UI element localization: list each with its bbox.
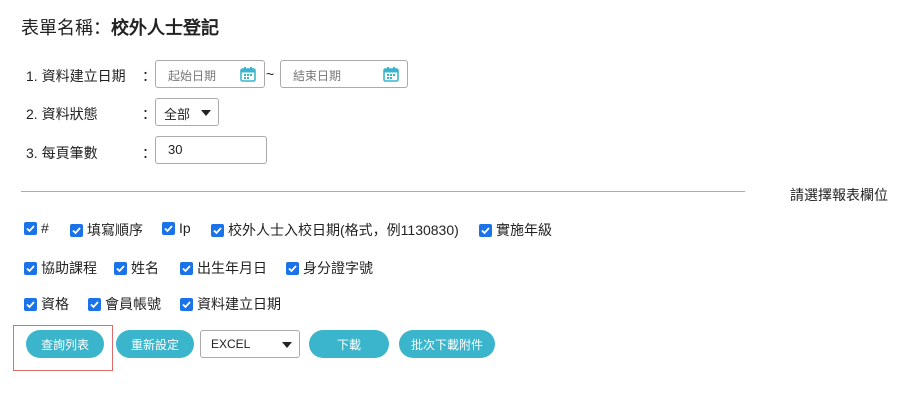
checkbox-label: 實施年級 [496, 222, 552, 238]
query-list-button[interactable]: 查詢列表 [26, 330, 104, 358]
checkbox-label: 協助課程 [41, 260, 97, 276]
format-select[interactable]: EXCEL [200, 330, 300, 358]
calendar-icon[interactable] [383, 66, 399, 82]
checkbox-label: 姓名 [131, 260, 159, 276]
colon: ： [142, 106, 156, 122]
start-date-placeholder: 起始日期 [168, 69, 217, 83]
date-label: 1. 資料建立日期 [26, 68, 126, 84]
status-value: 全部 [164, 107, 191, 122]
format-value: EXCEL [211, 337, 251, 351]
per-page-input[interactable]: 30 [155, 136, 267, 164]
calendar-icon[interactable] [240, 66, 256, 82]
report-fields-label: 請選擇報表欄位 [790, 187, 888, 203]
checkbox-checked-icon[interactable] [88, 297, 101, 311]
per-page-label: 3. 每頁筆數 [26, 145, 98, 161]
checkbox-label: 出生年月日 [197, 260, 267, 276]
checkbox-checked-icon[interactable] [24, 261, 37, 275]
checkbox-label: # [41, 220, 49, 236]
checkbox-checked-icon[interactable] [114, 261, 127, 275]
checkbox-label: 身分證字號 [303, 260, 373, 276]
status-select[interactable]: 全部 [155, 98, 219, 126]
checkbox-checked-icon[interactable] [211, 223, 224, 237]
checkbox-course[interactable]: 協助課程 [24, 258, 97, 278]
page-title: 表單名稱：校外人士登記 [21, 14, 219, 40]
chevron-down-icon [201, 110, 211, 116]
checkbox-member-account[interactable]: 會員帳號 [88, 294, 161, 314]
divider [21, 191, 745, 192]
checkbox-entry-date[interactable]: 校外人士入校日期(格式，例1130830) [211, 220, 459, 240]
checkbox-label: 校外人士入校日期(格式，例1130830) [228, 222, 459, 238]
checkbox-birthday[interactable]: 出生年月日 [180, 258, 267, 278]
checkbox-label: 填寫順序 [87, 222, 143, 238]
end-date-input[interactable]: 結束日期 [280, 60, 408, 88]
colon: ： [142, 68, 156, 84]
checkbox-id-number[interactable]: 身分證字號 [286, 258, 373, 278]
range-separator: ~ [266, 66, 275, 82]
checkbox-checked-icon[interactable] [180, 297, 193, 311]
chevron-down-icon [282, 342, 292, 348]
checkbox-grade[interactable]: 實施年級 [479, 220, 552, 240]
form-name: 校外人士登記 [111, 18, 219, 38]
checkbox-qualification[interactable]: 資格 [24, 294, 69, 314]
end-date-placeholder: 結束日期 [293, 69, 342, 83]
checkbox-checked-icon[interactable] [70, 223, 83, 237]
title-prefix: 表單名稱： [21, 18, 111, 38]
checkbox-checked-icon[interactable] [479, 223, 492, 237]
batch-download-button[interactable]: 批次下載附件 [399, 330, 495, 358]
start-date-input[interactable]: 起始日期 [155, 60, 265, 88]
checkbox-checked-icon[interactable] [286, 261, 299, 275]
checkbox-label: 資格 [41, 296, 69, 312]
checkbox-hash[interactable]: # [24, 220, 49, 236]
checkbox-checked-icon[interactable] [24, 297, 37, 311]
status-label: 2. 資料狀態 [26, 106, 98, 122]
checkbox-name[interactable]: 姓名 [114, 258, 159, 278]
download-button[interactable]: 下載 [309, 330, 389, 358]
checkbox-label: Ip [179, 220, 191, 236]
checkbox-label: 資料建立日期 [197, 296, 281, 312]
checkbox-checked-icon[interactable] [162, 221, 175, 235]
reset-button[interactable]: 重新設定 [116, 330, 194, 358]
colon: ： [142, 145, 156, 161]
checkbox-created-date[interactable]: 資料建立日期 [180, 294, 281, 314]
checkbox-fill-order[interactable]: 填寫順序 [70, 220, 143, 240]
checkbox-checked-icon[interactable] [180, 261, 193, 275]
checkbox-checked-icon[interactable] [24, 221, 37, 235]
checkbox-ip[interactable]: Ip [162, 220, 191, 236]
checkbox-label: 會員帳號 [105, 296, 161, 312]
